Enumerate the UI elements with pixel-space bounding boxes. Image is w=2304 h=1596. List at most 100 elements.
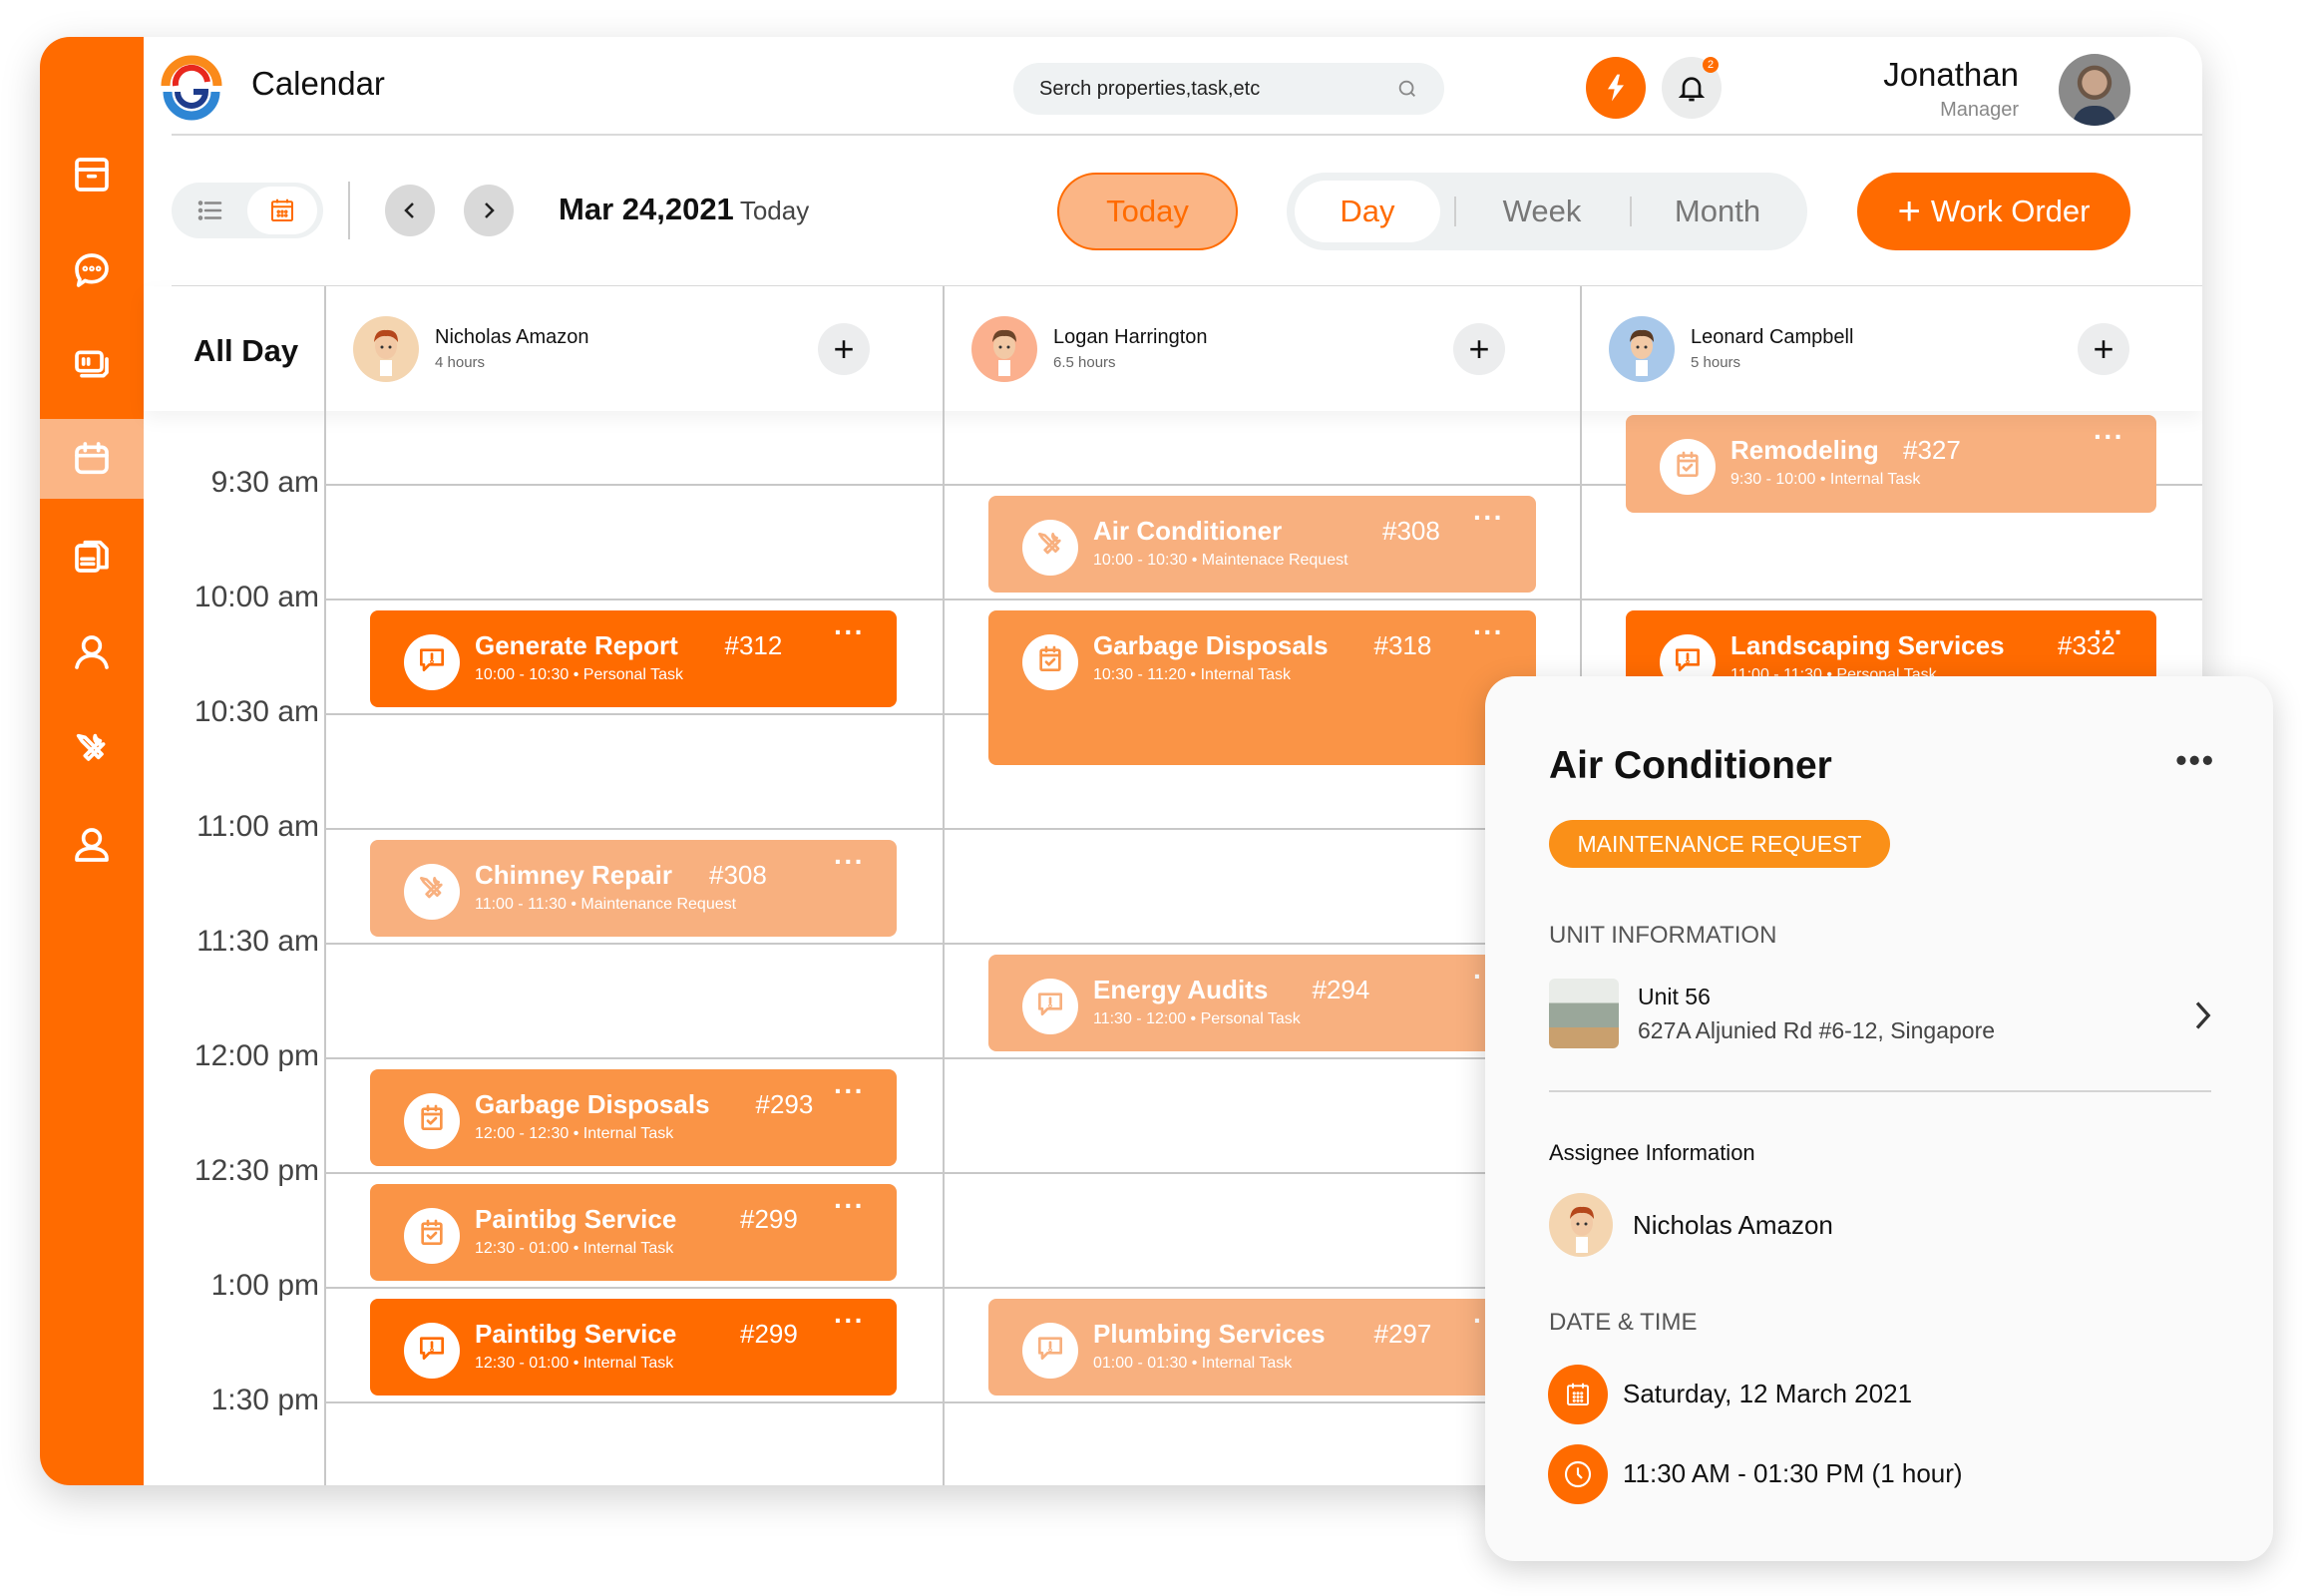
search-input[interactable]: Serch properties,task,etc bbox=[1013, 63, 1444, 115]
tools-icon bbox=[416, 873, 448, 910]
toolbar-divider bbox=[348, 182, 350, 239]
event-icon-badge bbox=[1660, 439, 1716, 495]
tab-day[interactable]: Day bbox=[1295, 181, 1440, 242]
event-card[interactable]: Plumbing Services #297 01:00 - 01:30 • Int… bbox=[988, 1298, 1536, 1396]
work-order-label: Work Order bbox=[1930, 194, 2091, 228]
add-event-button[interactable]: + bbox=[1453, 323, 1505, 375]
event-card[interactable]: Garbage Disposals #318 10:30 - 11:20 • Int… bbox=[988, 609, 1536, 765]
today-button[interactable]: Today bbox=[1057, 173, 1238, 250]
event-more-button[interactable]: ··· bbox=[2094, 616, 2124, 648]
sidebar-item-documents[interactable] bbox=[40, 516, 144, 596]
profile-icon bbox=[75, 828, 109, 862]
more-options-button[interactable]: ••• bbox=[2175, 742, 2215, 779]
assignee-avatar bbox=[1549, 1193, 1613, 1257]
column-divider bbox=[324, 286, 326, 1485]
sidebar-item-board[interactable] bbox=[40, 324, 144, 404]
header-divider bbox=[172, 134, 2202, 136]
event-more-button[interactable]: ··· bbox=[1473, 616, 1504, 648]
event-more-button[interactable]: ··· bbox=[834, 1075, 865, 1107]
event-title: Garbage Disposals bbox=[1093, 629, 1329, 660]
cards-icon bbox=[75, 350, 109, 378]
calendar-icon bbox=[271, 199, 293, 221]
sidebar-item-profile[interactable] bbox=[40, 805, 144, 885]
sidebar-item-calendar[interactable] bbox=[40, 419, 144, 499]
event-number: #318 bbox=[1373, 629, 1432, 660]
chevron-right-icon[interactable] bbox=[2187, 996, 2217, 1035]
person-name: Leonard Campbell bbox=[1691, 326, 1854, 348]
event-subtitle: 10:30 - 11:20 • Internal Task bbox=[1093, 665, 1292, 683]
tools-icon bbox=[1034, 529, 1066, 566]
event-card[interactable]: Generate Report #312 10:00 - 10:30 • Perso… bbox=[370, 609, 897, 708]
user-name: Jonathan bbox=[1883, 56, 2019, 93]
event-subtitle: 12:00 - 12:30 • Internal Task bbox=[475, 1124, 674, 1142]
user-avatar[interactable] bbox=[2059, 54, 2130, 126]
time-label: 11:00 am bbox=[196, 810, 319, 843]
time-label: 12:00 pm bbox=[193, 1039, 319, 1072]
previous-button[interactable] bbox=[385, 185, 435, 236]
add-event-button[interactable]: + bbox=[2078, 323, 2129, 375]
assignee-name: Nicholas Amazon bbox=[1633, 1210, 1833, 1240]
user-icon bbox=[75, 635, 109, 669]
unit-name: Unit 56 bbox=[1638, 984, 1711, 1009]
time-label: 1:30 pm bbox=[210, 1384, 319, 1416]
tab-month[interactable]: Month bbox=[1638, 181, 1797, 242]
event-more-button[interactable]: ··· bbox=[834, 1305, 865, 1337]
event-more-button[interactable]: ··· bbox=[834, 846, 865, 878]
person-hours: 6.5 hours bbox=[1053, 354, 1116, 371]
event-card[interactable]: Paintibg Service #299 12:30 - 01:00 • Inte… bbox=[370, 1183, 897, 1282]
event-card[interactable]: Energy Audits #294 11:30 - 12:00 • Persona… bbox=[988, 954, 1536, 1052]
search-placeholder: Serch properties,task,etc bbox=[1039, 77, 1261, 100]
alert-message-icon bbox=[1034, 1332, 1066, 1369]
event-time: 11:30 AM - 01:30 PM (1 hour) bbox=[1623, 1458, 1963, 1488]
range-toggle: Day Week Month bbox=[1287, 173, 1807, 250]
event-number: #299 bbox=[740, 1318, 798, 1349]
event-title: Landscaping Services bbox=[1730, 629, 2005, 660]
assignee-information-heading: Assignee Information bbox=[1549, 1140, 1755, 1165]
event-card[interactable]: Garbage Disposals #293 12:00 - 12:30 • Int… bbox=[370, 1068, 897, 1167]
chevron-right-icon bbox=[485, 202, 495, 218]
unit-information-heading: UNIT INFORMATION bbox=[1549, 922, 1777, 949]
person-header: Leonard Campbell 5 hours + bbox=[1581, 286, 2202, 411]
add-event-button[interactable]: + bbox=[818, 323, 870, 375]
range-divider bbox=[1454, 197, 1456, 226]
tools-icon bbox=[76, 733, 106, 761]
sidebar-item-archive[interactable] bbox=[40, 135, 144, 214]
event-icon-badge bbox=[404, 1322, 460, 1379]
event-card[interactable]: Paintibg Service #299 12:30 - 01:00 • Inte… bbox=[370, 1298, 897, 1396]
documents-icon bbox=[75, 540, 109, 573]
popup-divider bbox=[1549, 1090, 2211, 1092]
person-hours: 5 hours bbox=[1691, 354, 1741, 371]
person-avatar bbox=[971, 316, 1037, 382]
time-icon-badge bbox=[1548, 1444, 1608, 1504]
event-more-button[interactable]: ··· bbox=[1473, 502, 1504, 534]
sidebar-item-contacts[interactable] bbox=[40, 612, 144, 692]
search-icon[interactable] bbox=[1396, 78, 1418, 100]
all-day-label: All Day bbox=[193, 333, 299, 368]
calendar-check-icon bbox=[1034, 643, 1066, 680]
current-date: Mar 24,2021 Today bbox=[559, 192, 809, 227]
tab-week[interactable]: Week bbox=[1462, 181, 1622, 242]
list-view-button[interactable] bbox=[186, 189, 235, 232]
event-more-button[interactable]: ··· bbox=[834, 1190, 865, 1222]
sidebar-item-maintenance[interactable] bbox=[40, 709, 144, 789]
event-more-button[interactable]: ··· bbox=[834, 616, 865, 648]
event-number: #327 bbox=[1903, 435, 1961, 465]
next-button[interactable] bbox=[464, 185, 514, 236]
sidebar-item-messages[interactable] bbox=[40, 230, 144, 310]
calendar-view-button[interactable] bbox=[247, 187, 317, 234]
event-icon-badge bbox=[404, 863, 460, 920]
unit-thumbnail bbox=[1549, 979, 1619, 1048]
quick-action-button[interactable] bbox=[1586, 57, 1646, 119]
event-card[interactable]: Chimney Repair #308 11:00 - 11:30 • Mainte… bbox=[370, 839, 897, 938]
event-subtitle: 10:00 - 10:30 • Maintenace Request bbox=[1093, 551, 1348, 569]
add-work-order-button[interactable]: + Work Order bbox=[1857, 173, 2130, 250]
event-card[interactable]: Remodeling #327 9:30 - 10:00 • Internal Ta… bbox=[1626, 415, 2156, 513]
event-more-button[interactable]: ··· bbox=[2094, 421, 2124, 453]
event-icon-badge bbox=[404, 1207, 460, 1264]
sidebar bbox=[40, 37, 144, 1485]
event-title: Garbage Disposals bbox=[475, 1088, 710, 1119]
event-subtitle: 11:30 - 12:00 • Personal Task bbox=[1093, 1009, 1301, 1027]
event-card[interactable]: Air Conditioner #308 10:00 - 10:30 • Maint… bbox=[988, 495, 1536, 594]
chat-icon bbox=[75, 253, 109, 287]
range-divider bbox=[1630, 197, 1632, 226]
